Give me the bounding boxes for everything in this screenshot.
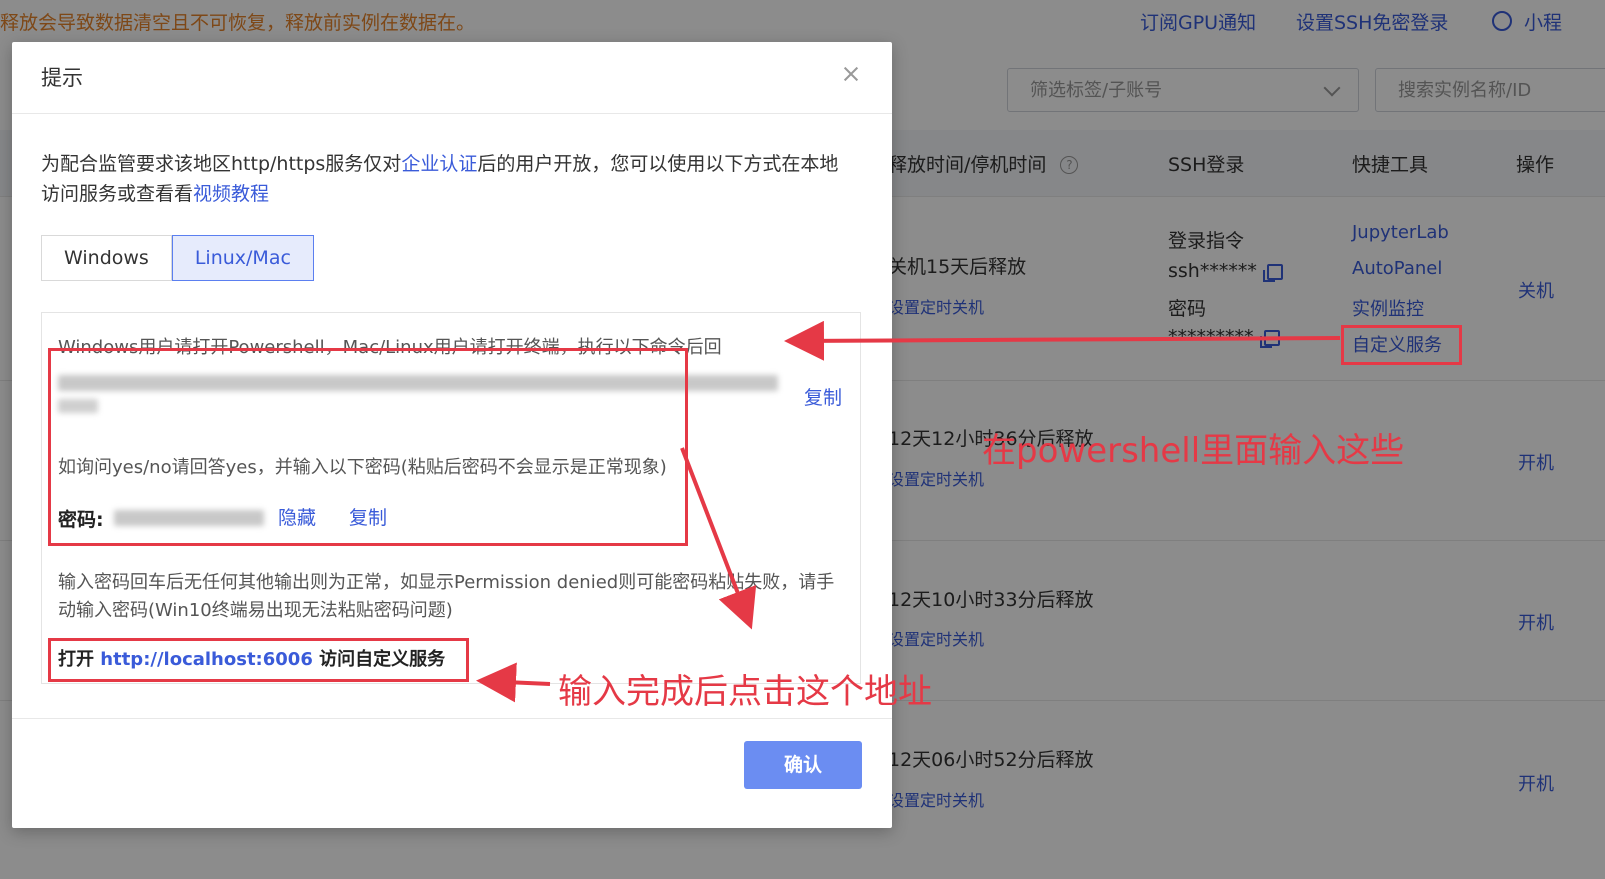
annotation-text-powershell: 在powershell里面输入这些 — [982, 431, 1405, 471]
arrow-to-command — [784, 320, 1341, 361]
arrow-to-url — [476, 662, 551, 703]
annotation-text-click-url: 输入完成后点击这个地址 — [558, 672, 932, 712]
arrow-down — [680, 447, 757, 630]
